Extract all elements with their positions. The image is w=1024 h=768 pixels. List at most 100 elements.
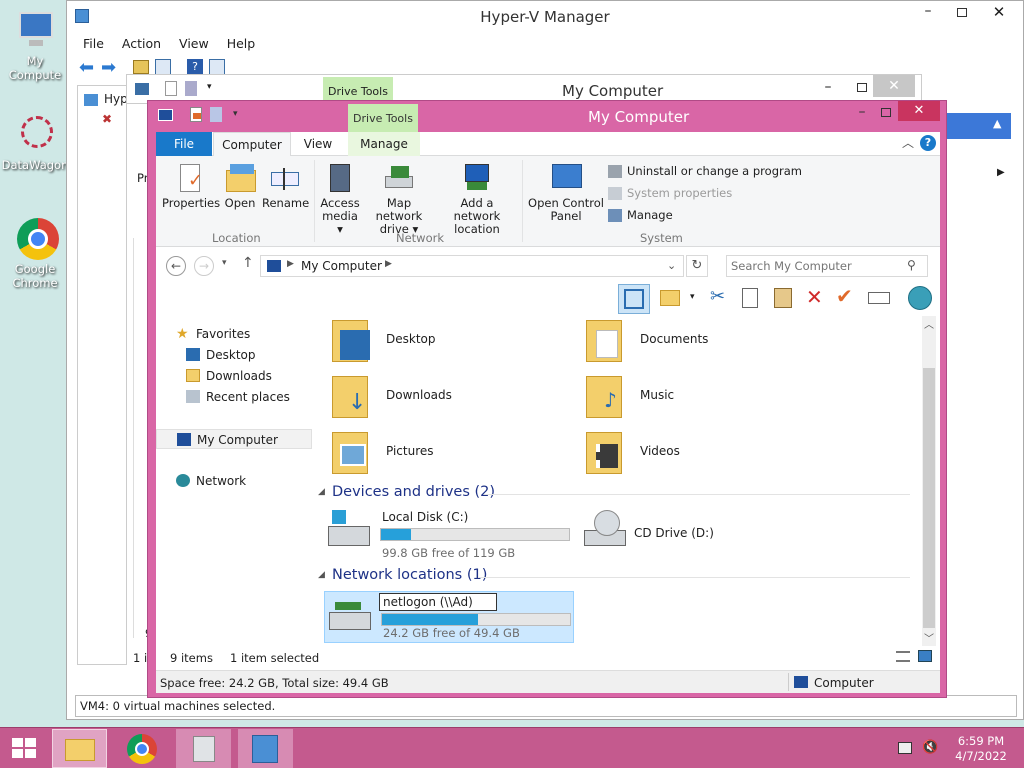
ribbon-collapse-icon[interactable]: ︿ [902,134,914,151]
rename-button[interactable]: Rename [262,162,309,210]
copy-icon[interactable] [742,288,758,308]
nav-my-computer[interactable]: My Computer [156,429,312,449]
show-tree-icon[interactable] [155,59,171,75]
local-disk-c[interactable]: Local Disk (C:) 99.8 GB free of 119 GB [324,508,574,560]
folder-music[interactable]: ♪ Music [582,372,832,422]
hyperv-maximize-button[interactable] [947,3,977,23]
taskbar-explorer-button[interactable] [52,729,107,768]
drive-tools-context-tab[interactable]: Drive Tools [348,104,418,132]
uninstall-program-button[interactable]: Uninstall or change a program [608,164,802,178]
devices-section-header[interactable]: Devices and drives (2) [332,484,495,500]
back-close-button[interactable]: ✕ [873,75,915,97]
back-arrow-icon[interactable]: ⬅ [79,57,94,78]
tab-file[interactable]: File [156,132,212,156]
map-network-drive-button[interactable]: Map network drive ▾ [362,162,436,236]
cut-icon[interactable]: ✂ [710,286,725,307]
help-icon[interactable]: ? [920,135,936,151]
nav-network-label: Network [196,474,247,488]
search-box[interactable]: ⚲ [726,255,928,277]
delete-icon[interactable]: ✕ [806,285,823,309]
tab-view[interactable]: View [296,132,340,156]
qat-properties-icon[interactable] [190,107,202,122]
qat-rename-icon[interactable] [210,107,222,122]
scroll-thumb[interactable] [923,368,935,628]
address-dropdown-icon[interactable]: ⌄ [667,259,676,272]
taskbar-recycle-button[interactable] [176,729,231,768]
menu-action[interactable]: Action [122,36,161,51]
start-button[interactable] [0,728,48,768]
rename-field-icon[interactable] [868,292,890,304]
refresh-icon[interactable]: ↻ [686,255,708,277]
recent-locations-icon[interactable]: ▾ [222,258,227,268]
details-view-icon[interactable] [896,651,910,662]
properties-check-icon[interactable]: ✔ [836,284,853,308]
qat-dropdown-icon[interactable]: ▾ [233,109,238,119]
pane-icon[interactable] [209,59,225,75]
taskbar-hyperv-button[interactable] [238,729,293,768]
manage-button[interactable]: Manage [608,208,673,222]
folder-documents[interactable]: Documents [582,316,832,366]
layout-dropdown-icon[interactable]: ▾ [690,292,695,302]
back-icon[interactable]: ← [166,256,186,276]
forward-arrow-icon[interactable]: ➡ [101,57,116,78]
preview-pane-icon[interactable] [618,284,650,314]
volume-muted-icon[interactable]: 🔇 [922,740,938,755]
desktop-icon-chrome[interactable]: Google Chrome [0,216,70,290]
collapse-actions-icon[interactable]: ▲ [993,117,1001,130]
menu-file[interactable]: File [83,36,104,51]
back-minimize-button[interactable]: – [813,79,843,95]
scroll-up-icon[interactable]: ︿ [924,316,934,331]
explorer-close-button[interactable]: ✕ [898,101,940,121]
network-tray-icon[interactable] [898,742,912,754]
usage-fill [382,614,478,625]
network-globe-icon[interactable] [908,286,932,310]
open-button[interactable]: Open [220,162,260,210]
properties-button[interactable]: ✓ Properties [162,162,220,210]
netlogon-drive[interactable]: netlogon (\\Ad) 24.2 GB free of 49.4 GB [324,591,574,643]
nav-favorites[interactable]: ★ Favorites [156,324,250,344]
collapse-devices-icon[interactable]: ◢ [318,487,325,497]
desktop-icon-datawagon[interactable]: DataWagon [0,112,70,172]
explorer-minimize-button[interactable]: – [848,104,876,120]
folder-downloads[interactable]: ↓ Downloads [328,372,578,422]
vertical-scrollbar[interactable]: ︿ ﹀ [922,316,936,646]
menu-help[interactable]: Help [227,36,256,51]
folder-pictures[interactable]: Pictures [328,428,578,478]
search-input[interactable] [731,258,901,274]
tab-computer[interactable]: Computer [213,132,291,157]
large-icons-view-icon[interactable] [918,650,932,662]
folder-videos[interactable]: Videos [582,428,832,478]
address-bar[interactable]: ▶ My Computer ▶ ⌄ [260,255,684,277]
taskbar-chrome-button[interactable] [114,729,169,768]
netlogon-name-edit[interactable]: netlogon (\\Ad) [379,593,497,611]
checkbox-folder-icon[interactable] [660,290,680,306]
collapse-network-icon[interactable]: ◢ [318,570,325,580]
folder-desktop[interactable]: Desktop [328,316,578,366]
up-folder-icon[interactable] [133,60,149,74]
nav-recent-places[interactable]: Recent places [166,387,290,407]
desktop-icon-my-computer[interactable]: My Compute [0,8,70,82]
tab-manage[interactable]: Manage [348,132,420,156]
cd-drive-d[interactable]: CD Drive (D:) [580,508,830,560]
breadcrumb-my-computer[interactable]: My Computer [301,259,382,273]
hyperv-close-button[interactable]: ✕ [979,3,1019,23]
tray-clock[interactable]: 6:59 PM 4/7/2022 [948,734,1014,764]
network-section-header[interactable]: Network locations (1) [332,567,487,583]
forward-icon[interactable]: → [194,256,214,276]
access-media-button[interactable]: Access media ▾ [320,162,360,236]
nav-network[interactable]: Network [156,471,246,491]
open-control-panel-button[interactable]: Open Control Panel [528,162,604,223]
add-network-location-button[interactable]: Add a network location [438,162,516,236]
up-arrow-icon[interactable]: ↑ [242,255,254,271]
actions-expand-arrow-icon[interactable]: ▶ [997,167,1005,178]
scroll-down-icon[interactable]: ﹀ [924,630,934,645]
paste-icon[interactable] [774,288,792,308]
menu-view[interactable]: View [179,36,209,51]
help-icon[interactable]: ? [187,59,203,75]
hyperv-tree-root[interactable]: Hyp [104,92,128,106]
system-properties-button[interactable]: System properties [608,186,732,200]
nav-downloads[interactable]: Downloads [166,366,272,386]
search-icon[interactable]: ⚲ [907,258,916,272]
nav-desktop[interactable]: Desktop [166,345,256,365]
hyperv-minimize-button[interactable]: – [913,3,943,23]
